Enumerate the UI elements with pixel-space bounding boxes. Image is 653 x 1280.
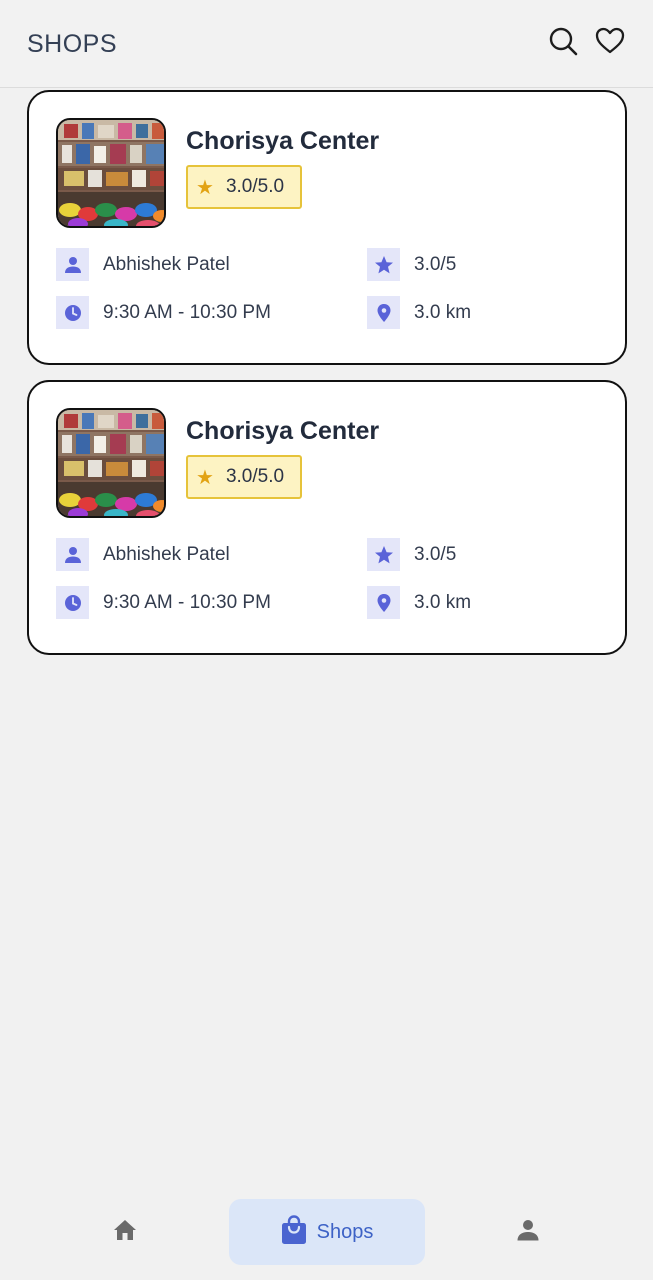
nav-shops[interactable]: Shops bbox=[229, 1199, 425, 1265]
distance-row: 3.0 km bbox=[367, 296, 471, 329]
distance-value: 3.0 km bbox=[414, 591, 472, 613]
nav-profile[interactable] bbox=[498, 1199, 558, 1265]
owner-name: Abhishek Patel bbox=[103, 253, 230, 275]
location-pin-icon bbox=[367, 586, 400, 619]
search-icon[interactable] bbox=[548, 26, 578, 56]
rating-row: 3.0/5 bbox=[367, 538, 456, 571]
rating-badge-value: 3.0/5.0 bbox=[225, 466, 285, 487]
app-bar: SHOPS bbox=[0, 0, 653, 88]
rating-row: 3.0/5 bbox=[367, 248, 456, 281]
person-icon bbox=[56, 538, 89, 571]
opening-hours: 9:30 AM - 10:30 PM bbox=[103, 301, 271, 323]
rating-badge: ★ 3.0/5.0 bbox=[186, 165, 302, 209]
location-pin-icon bbox=[367, 296, 400, 329]
page-title: SHOPS bbox=[27, 30, 118, 58]
rating-value: 3.0/5 bbox=[414, 543, 457, 565]
owner-name: Abhishek Patel bbox=[103, 543, 230, 565]
shop-list: Chorisya Center ★ 3.0/5.0 Abhishek Patel… bbox=[27, 90, 627, 670]
rating-value: 3.0/5 bbox=[414, 253, 457, 275]
star-icon: ★ bbox=[196, 176, 214, 199]
person-icon bbox=[56, 248, 89, 281]
clock-icon bbox=[56, 586, 89, 619]
nav-home[interactable] bbox=[95, 1199, 155, 1265]
home-icon bbox=[112, 1218, 138, 1247]
star-icon bbox=[367, 538, 400, 571]
shop-image bbox=[56, 118, 166, 228]
rating-badge-value: 3.0/5.0 bbox=[225, 176, 285, 197]
heart-icon[interactable] bbox=[595, 26, 625, 56]
shopping-bag-icon bbox=[281, 1214, 307, 1250]
opening-hours: 9:30 AM - 10:30 PM bbox=[103, 591, 271, 613]
star-icon: ★ bbox=[196, 466, 214, 489]
distance-value: 3.0 km bbox=[414, 301, 472, 323]
shop-card[interactable]: Chorisya Center ★ 3.0/5.0 Abhishek Patel… bbox=[27, 90, 627, 365]
rating-badge: ★ 3.0/5.0 bbox=[186, 455, 302, 499]
shop-name: Chorisya Center bbox=[186, 417, 380, 445]
shop-name: Chorisya Center bbox=[186, 127, 380, 155]
hours-row: 9:30 AM - 10:30 PM bbox=[56, 586, 271, 619]
owner-row: Abhishek Patel bbox=[56, 248, 230, 281]
star-icon bbox=[367, 248, 400, 281]
nav-shops-label: Shops bbox=[316, 1220, 374, 1243]
distance-row: 3.0 km bbox=[367, 586, 471, 619]
shop-card[interactable]: Chorisya Center ★ 3.0/5.0 Abhishek Patel… bbox=[27, 380, 627, 655]
clock-icon bbox=[56, 296, 89, 329]
bottom-nav: Shops bbox=[0, 1195, 653, 1280]
hours-row: 9:30 AM - 10:30 PM bbox=[56, 296, 271, 329]
owner-row: Abhishek Patel bbox=[56, 538, 230, 571]
profile-icon bbox=[517, 1219, 539, 1246]
shop-image bbox=[56, 408, 166, 518]
